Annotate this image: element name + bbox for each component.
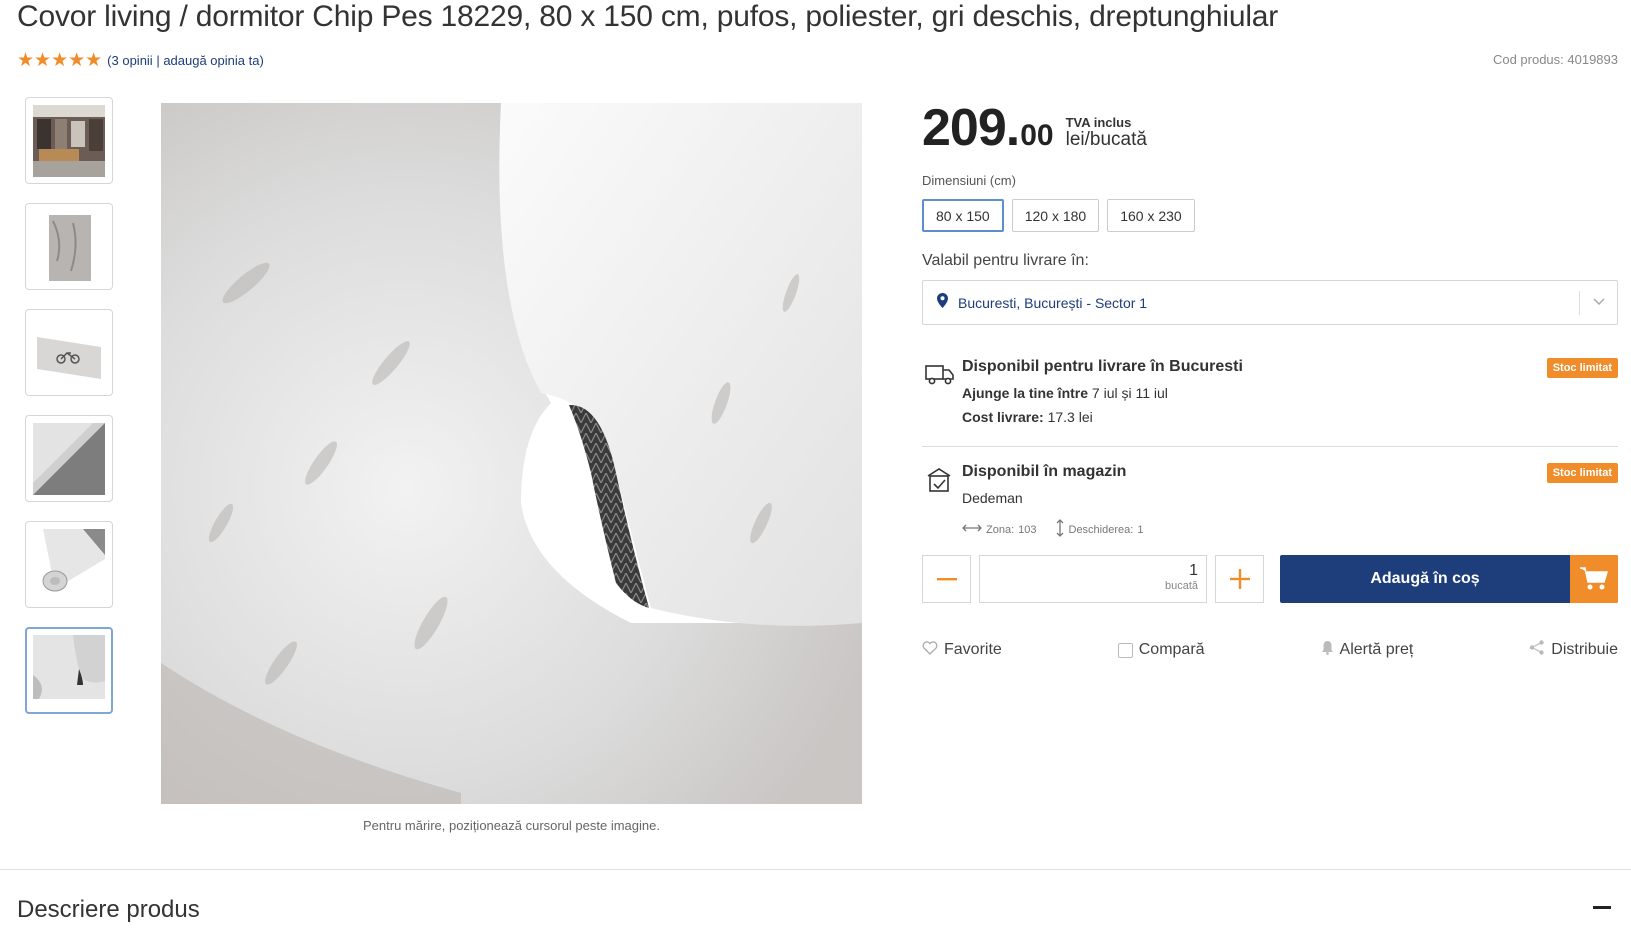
price-decimals: 00 xyxy=(1020,119,1054,152)
share-label: Distribuie xyxy=(1551,641,1618,658)
opening-label: Deschiderea: xyxy=(1068,523,1134,536)
thumbnail-rug-bike[interactable] xyxy=(25,309,113,396)
location-pin-icon xyxy=(937,292,948,313)
dimension-options: 80 x 150 120 x 180 160 x 230 xyxy=(922,199,1195,232)
price-integer: 209. xyxy=(922,99,1020,157)
dimension-option-80x150[interactable]: 80 x 150 xyxy=(922,199,1004,232)
product-code: Cod produs: 4019893 xyxy=(1492,52,1618,67)
vertical-arrows-icon xyxy=(1055,519,1065,540)
zone-value: 103 xyxy=(1018,523,1037,536)
add-opinion-link[interactable]: | adaugă opinia ta) xyxy=(156,53,263,68)
price-alert-action[interactable]: Alertă preț xyxy=(1321,640,1414,660)
rating-stars[interactable]: ★★★★★ xyxy=(17,51,102,70)
store-icon xyxy=(925,466,953,494)
add-to-cart-label: Adaugă în coș xyxy=(1370,570,1480,587)
favorite-action[interactable]: Favorite xyxy=(922,640,1002,660)
bell-icon xyxy=(1321,640,1334,660)
product-title: Covor living / dormitor Chip Pes 18229, … xyxy=(17,0,1279,33)
delivery-arrival: Ajunge la tine între 7 iul și 11 iul xyxy=(962,385,1168,401)
delivery-cost: Cost livrare: 17.3 lei xyxy=(962,409,1093,425)
store-title: Disponibil în magazin xyxy=(962,463,1127,480)
chevron-down-icon[interactable] xyxy=(1593,293,1605,309)
stock-badge-store: Stoc limitat xyxy=(1546,463,1618,483)
thumbnail-living-room[interactable] xyxy=(25,97,113,184)
quantity-input[interactable]: 1 bucată xyxy=(979,555,1207,603)
quantity-increase-button[interactable] xyxy=(1215,555,1264,603)
main-product-image[interactable] xyxy=(161,103,862,804)
quantity-unit: bucată xyxy=(1164,580,1198,592)
dimensions-label: Dimensiuni (cm) xyxy=(922,173,1016,188)
share-action[interactable]: Distribuie xyxy=(1529,640,1618,660)
delivery-label: Valabil pentru livrare în: xyxy=(922,252,1089,269)
horizontal-arrows-icon xyxy=(962,523,982,536)
share-icon xyxy=(1529,640,1545,660)
thumbnail-rug-rolled[interactable] xyxy=(25,521,113,608)
dimension-option-120x180[interactable]: 120 x 180 xyxy=(1011,199,1100,232)
delivery-truck-icon xyxy=(925,361,954,389)
location-select[interactable]: Bucuresti, București - Sector 1 xyxy=(922,280,1618,325)
compare-label: Compară xyxy=(1138,641,1205,658)
zone-label: Zona: xyxy=(986,523,1015,536)
select-divider xyxy=(1579,291,1580,315)
store-location-info: Zona: 103 Deschiderea: 1 xyxy=(962,519,1143,540)
product-actions: Favorite Compară Alertă preț Distribuie xyxy=(922,640,1618,660)
quantity-value: 1 xyxy=(1189,562,1198,579)
opening-value: 1 xyxy=(1137,523,1144,536)
thumbnail-rug-corner[interactable] xyxy=(25,415,113,502)
heart-icon xyxy=(922,640,938,660)
rating-row: ★★★★★ (3 opinii | adaugă opinia ta) xyxy=(17,51,264,70)
section-divider xyxy=(0,869,1631,870)
dimension-option-160x230[interactable]: 160 x 230 xyxy=(1107,199,1195,232)
price-unit: lei/bucată xyxy=(1065,129,1147,150)
cart-icon xyxy=(1570,555,1618,603)
add-to-cart-button[interactable]: Adaugă în coș xyxy=(1280,555,1618,603)
zoom-hint: Pentru mărire, poziționează cursorul pes… xyxy=(363,818,660,833)
opinions-link[interactable]: (3 opinii xyxy=(107,53,153,68)
quantity-decrease-button[interactable] xyxy=(922,555,971,603)
description-title[interactable]: Descriere produs xyxy=(17,896,200,924)
thumbnail-list xyxy=(25,97,113,733)
availability-delivery: Disponibil pentru livrare în Bucuresti A… xyxy=(922,357,1618,447)
thumbnail-rug-top[interactable] xyxy=(25,203,113,290)
price-block: 209. 00 TVA inclus lei/bucată xyxy=(922,102,1147,154)
store-name: Dedeman xyxy=(962,490,1023,506)
price-alert-label: Alertă preț xyxy=(1339,641,1414,658)
collapse-icon[interactable] xyxy=(1593,906,1611,909)
compare-checkbox[interactable] xyxy=(1117,642,1133,658)
location-value: Bucuresti, București - Sector 1 xyxy=(958,294,1148,311)
compare-action[interactable]: Compară xyxy=(1117,640,1205,660)
favorite-label: Favorite xyxy=(944,641,1002,658)
stock-badge-delivery: Stoc limitat xyxy=(1546,358,1618,378)
tva-label: TVA inclus xyxy=(1065,115,1132,130)
thumbnail-rug-folded[interactable] xyxy=(25,627,113,714)
delivery-title: Disponibil pentru livrare în Bucuresti xyxy=(962,358,1243,375)
